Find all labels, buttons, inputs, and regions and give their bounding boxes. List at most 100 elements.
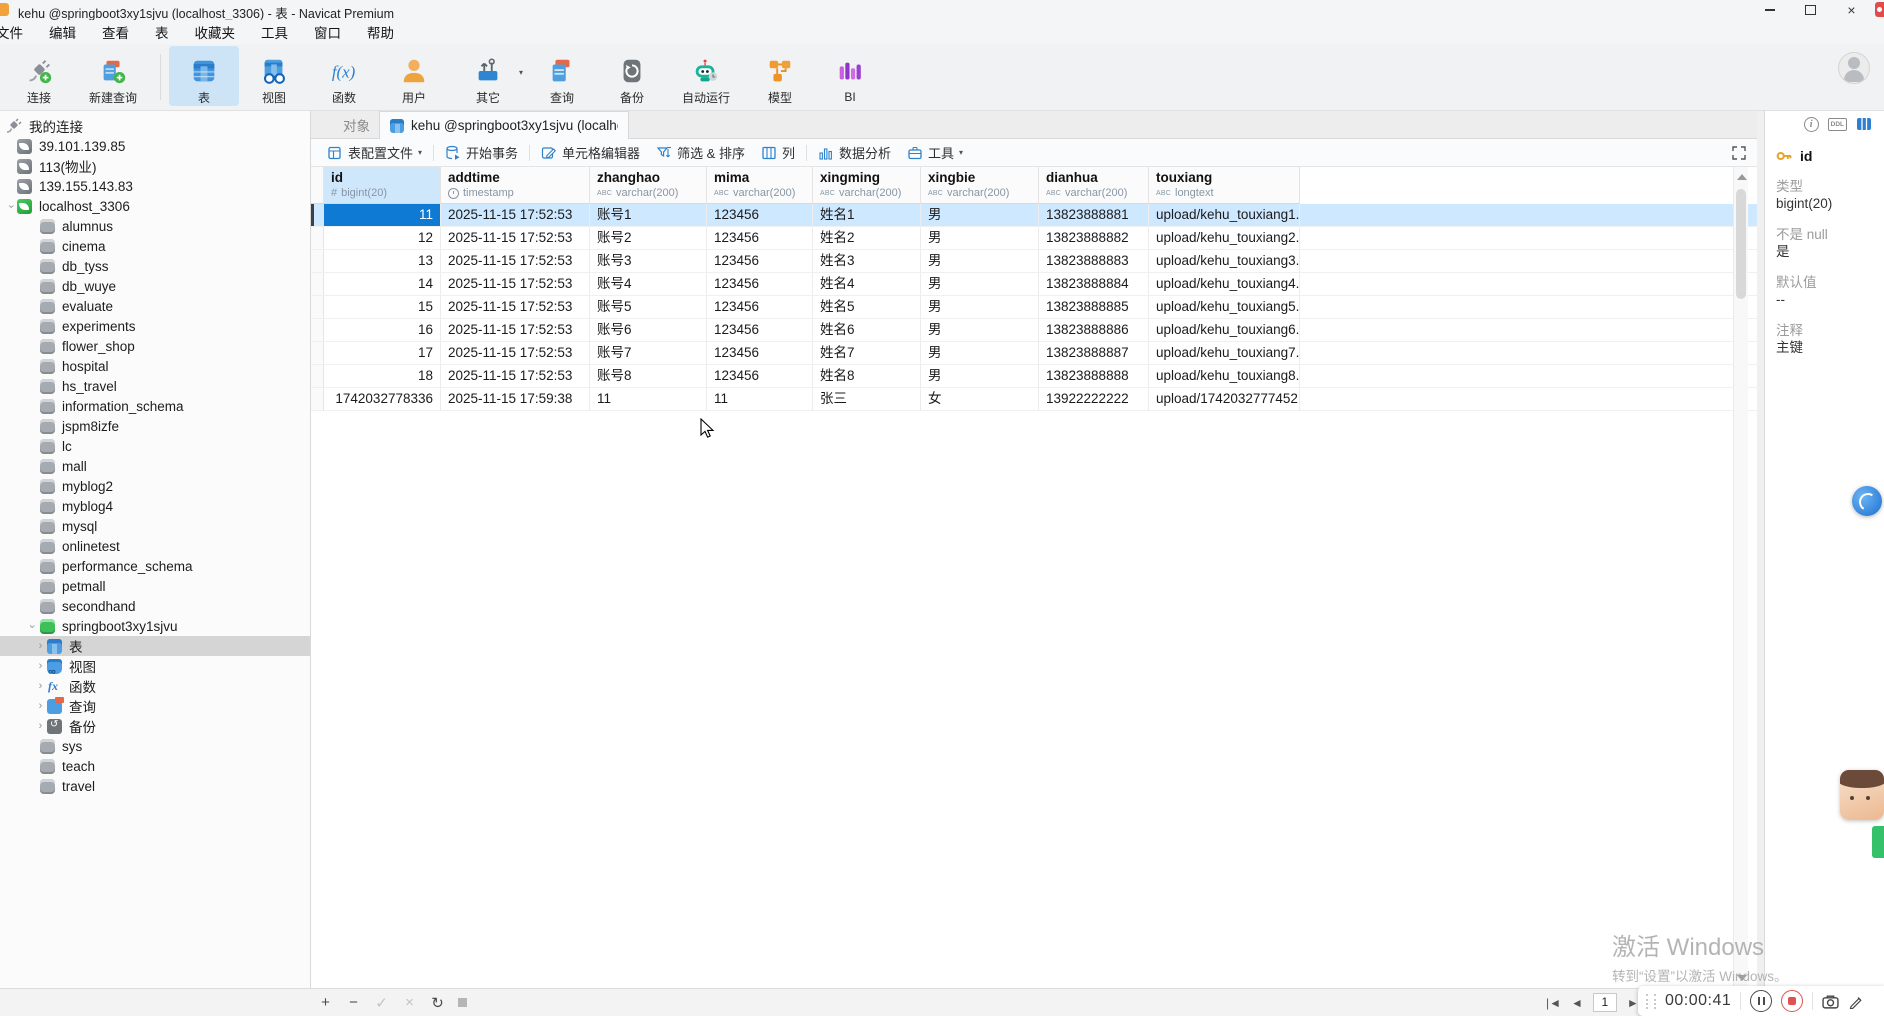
grid-cell[interactable]: 123456 — [707, 319, 813, 341]
grid-cell[interactable]: 男 — [921, 204, 1039, 226]
table-row[interactable]: 142025-11-15 17:52:53账号4123456姓名4男138238… — [311, 273, 1757, 296]
tree-item-16[interactable]: mall — [0, 456, 310, 476]
chevron-right-icon[interactable]: › — [34, 681, 47, 692]
tree-item-21[interactable]: performance_schema — [0, 556, 310, 576]
tree-item-11[interactable]: hospital — [0, 356, 310, 376]
grid-cell[interactable]: upload/1742032777452. — [1149, 388, 1300, 410]
grid-cell[interactable]: 2025-11-15 17:59:38 — [441, 388, 590, 410]
columns-button[interactable]: 列 — [753, 139, 803, 166]
close-button[interactable]: × — [1845, 4, 1858, 17]
grid-cell[interactable]: 13823888882 — [1039, 227, 1149, 249]
grid-cell[interactable]: 姓名5 — [813, 296, 921, 318]
grid-cell[interactable]: 账号2 — [590, 227, 707, 249]
tree-item-14[interactable]: jspm8izfe — [0, 416, 310, 436]
column-header-zhanghao[interactable]: zhanghaoABCvarchar(200) — [590, 167, 707, 204]
grid-cell[interactable]: 2025-11-15 17:52:53 — [441, 227, 590, 249]
grid-cell[interactable]: 男 — [921, 227, 1039, 249]
tree-item-17[interactable]: myblog2 — [0, 476, 310, 496]
stop-recording-button[interactable] — [1781, 990, 1803, 1012]
tree-item-29[interactable]: ›备份 — [0, 716, 310, 736]
page-number-box[interactable]: 1 — [1593, 993, 1617, 1012]
maximize-button[interactable] — [1804, 4, 1817, 17]
grid-cell[interactable]: 123456 — [707, 342, 813, 364]
tree-item-10[interactable]: flower_shop — [0, 336, 310, 356]
grid-cell[interactable]: 姓名1 — [813, 204, 921, 226]
column-header-mima[interactable]: mimaABCvarchar(200) — [707, 167, 813, 204]
grid-cell[interactable]: 123456 — [707, 273, 813, 295]
grid-cell[interactable]: 账号6 — [590, 319, 707, 341]
grid-cell[interactable]: 账号5 — [590, 296, 707, 318]
tree-item-3[interactable]: ›localhost_3306 — [0, 196, 310, 216]
column-header-addtime[interactable]: addtimetimestamp — [441, 167, 590, 204]
tools-button[interactable]: 工具▾ — [899, 139, 971, 166]
grid-cell[interactable]: 女 — [921, 388, 1039, 410]
table-row[interactable]: 122025-11-15 17:52:53账号2123456姓名2男138238… — [311, 227, 1757, 250]
column-header-xingbie[interactable]: xingbieABCvarchar(200) — [921, 167, 1039, 204]
data-analysis-button[interactable]: 数据分析 — [810, 139, 899, 166]
tree-item-6[interactable]: db_tyss — [0, 256, 310, 276]
row-gutter[interactable] — [311, 250, 324, 272]
columns-view-icon[interactable] — [1856, 116, 1872, 132]
grid-cell[interactable]: 账号1 — [590, 204, 707, 226]
grid-cell[interactable]: 男 — [921, 250, 1039, 272]
tree-item-7[interactable]: db_wuye — [0, 276, 310, 296]
toolbar-function-button[interactable]: f(x) 函数 — [309, 46, 379, 106]
drag-handle[interactable] — [1646, 994, 1656, 1009]
grid-cell[interactable]: upload/kehu_touxiang1. — [1149, 204, 1300, 226]
tree-item-5[interactable]: cinema — [0, 236, 310, 256]
tree-item-31[interactable]: teach — [0, 756, 310, 776]
table-row[interactable]: 172025-11-15 17:52:53账号7123456姓名7男138238… — [311, 342, 1757, 365]
grid-cell[interactable]: 18 — [324, 365, 441, 387]
grid-cell[interactable]: 账号4 — [590, 273, 707, 295]
tree-item-8[interactable]: evaluate — [0, 296, 310, 316]
row-gutter[interactable] — [311, 388, 324, 410]
toolbar-new-query-button[interactable]: 新建查询 — [74, 46, 152, 106]
grid-cell[interactable]: 15 — [324, 296, 441, 318]
grid-cell[interactable]: 账号8 — [590, 365, 707, 387]
stop-button[interactable] — [458, 998, 467, 1007]
grid-cell[interactable]: 姓名6 — [813, 319, 921, 341]
menu-item-2[interactable]: 查看 — [89, 22, 142, 42]
grid-cell[interactable]: 男 — [921, 342, 1039, 364]
grid-cell[interactable]: 2025-11-15 17:52:53 — [441, 342, 590, 364]
grid-cell[interactable]: 13823888884 — [1039, 273, 1149, 295]
chevron-right-icon[interactable]: › — [34, 701, 47, 712]
grid-cell[interactable]: 账号7 — [590, 342, 707, 364]
row-gutter[interactable] — [311, 296, 324, 318]
grid-cell[interactable]: 2025-11-15 17:52:53 — [441, 319, 590, 341]
grid-cell[interactable]: 账号3 — [590, 250, 707, 272]
tree-item-26[interactable]: ›视图 — [0, 656, 310, 676]
grid-cell[interactable]: 14 — [324, 273, 441, 295]
menu-item-3[interactable]: 表 — [142, 22, 182, 42]
tree-item-19[interactable]: mysql — [0, 516, 310, 536]
tree-item-18[interactable]: myblog4 — [0, 496, 310, 516]
grid-cell[interactable]: 男 — [921, 296, 1039, 318]
grid-cell[interactable]: 2025-11-15 17:52:53 — [441, 296, 590, 318]
floating-green-tab[interactable] — [1872, 826, 1884, 858]
grid-cell[interactable]: 13823888885 — [1039, 296, 1149, 318]
toolbar-automation-button[interactable]: 自动运行 — [667, 46, 745, 106]
grid-cell[interactable]: 123456 — [707, 204, 813, 226]
chevron-right-icon[interactable]: › — [34, 641, 47, 652]
row-gutter[interactable] — [311, 319, 324, 341]
next-record-button[interactable]: ► — [1627, 996, 1639, 1010]
column-header-dianhua[interactable]: dianhuaABCvarchar(200) — [1039, 167, 1149, 204]
grid-cell[interactable]: 13823888881 — [1039, 204, 1149, 226]
toolbar-query-button[interactable]: 查询 — [527, 46, 597, 106]
chevron-right-icon[interactable]: › — [34, 721, 47, 732]
menu-item-1[interactable]: 编辑 — [36, 22, 89, 42]
tree-item-20[interactable]: onlinetest — [0, 536, 310, 556]
grid-cell[interactable]: 13922222222 — [1039, 388, 1149, 410]
toolbar-model-button[interactable]: 模型 — [745, 46, 815, 106]
add-record-button[interactable]: + — [318, 994, 333, 1011]
floating-assistant-ball[interactable] — [1852, 486, 1882, 516]
floating-avatar-widget[interactable] — [1840, 770, 1884, 820]
user-avatar[interactable] — [1838, 52, 1870, 84]
row-gutter[interactable] — [311, 204, 324, 226]
grid-cell[interactable]: 123456 — [707, 250, 813, 272]
column-header-id[interactable]: id#bigint(20) — [324, 167, 441, 204]
menu-item-4[interactable]: 收藏夹 — [182, 22, 249, 42]
chevron-down-icon[interactable]: › — [5, 200, 16, 213]
tree-item-15[interactable]: lc — [0, 436, 310, 456]
tree-item-22[interactable]: petmall — [0, 576, 310, 596]
